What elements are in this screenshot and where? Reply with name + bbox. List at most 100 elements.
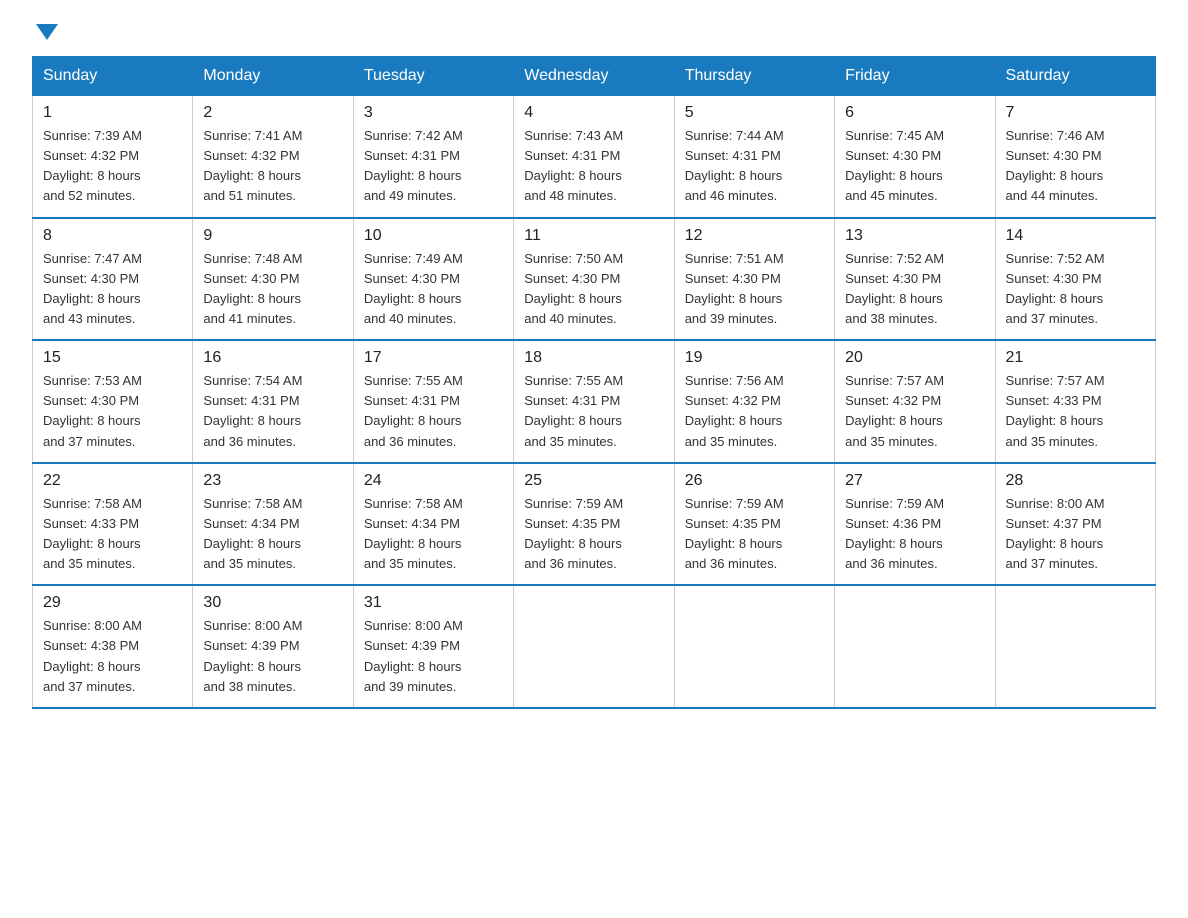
day-number: 14 bbox=[1006, 227, 1145, 245]
calendar-day-cell: 15 Sunrise: 7:53 AM Sunset: 4:30 PM Dayl… bbox=[33, 340, 193, 463]
calendar-header-row: SundayMondayTuesdayWednesdayThursdayFrid… bbox=[33, 57, 1156, 96]
day-info: Sunrise: 7:59 AM Sunset: 4:35 PM Dayligh… bbox=[685, 494, 824, 575]
day-number: 23 bbox=[203, 472, 342, 490]
calendar-day-cell: 11 Sunrise: 7:50 AM Sunset: 4:30 PM Dayl… bbox=[514, 218, 674, 341]
day-number: 18 bbox=[524, 349, 663, 367]
day-number: 4 bbox=[524, 104, 663, 122]
day-info: Sunrise: 7:58 AM Sunset: 4:33 PM Dayligh… bbox=[43, 494, 182, 575]
calendar-day-cell: 18 Sunrise: 7:55 AM Sunset: 4:31 PM Dayl… bbox=[514, 340, 674, 463]
calendar-day-cell: 28 Sunrise: 8:00 AM Sunset: 4:37 PM Dayl… bbox=[995, 463, 1155, 586]
day-info: Sunrise: 8:00 AM Sunset: 4:39 PM Dayligh… bbox=[203, 616, 342, 697]
column-header-tuesday: Tuesday bbox=[353, 57, 513, 96]
calendar-day-cell: 23 Sunrise: 7:58 AM Sunset: 4:34 PM Dayl… bbox=[193, 463, 353, 586]
day-info: Sunrise: 7:55 AM Sunset: 4:31 PM Dayligh… bbox=[524, 371, 663, 452]
day-number: 25 bbox=[524, 472, 663, 490]
day-info: Sunrise: 7:57 AM Sunset: 4:33 PM Dayligh… bbox=[1006, 371, 1145, 452]
calendar-week-row: 15 Sunrise: 7:53 AM Sunset: 4:30 PM Dayl… bbox=[33, 340, 1156, 463]
day-info: Sunrise: 7:45 AM Sunset: 4:30 PM Dayligh… bbox=[845, 126, 984, 207]
day-number: 13 bbox=[845, 227, 984, 245]
day-number: 11 bbox=[524, 227, 663, 245]
day-info: Sunrise: 7:43 AM Sunset: 4:31 PM Dayligh… bbox=[524, 126, 663, 207]
calendar-day-cell: 8 Sunrise: 7:47 AM Sunset: 4:30 PM Dayli… bbox=[33, 218, 193, 341]
column-header-friday: Friday bbox=[835, 57, 995, 96]
page-header bbox=[32, 24, 1156, 36]
calendar-day-cell: 3 Sunrise: 7:42 AM Sunset: 4:31 PM Dayli… bbox=[353, 96, 513, 218]
day-number: 28 bbox=[1006, 472, 1145, 490]
day-info: Sunrise: 7:41 AM Sunset: 4:32 PM Dayligh… bbox=[203, 126, 342, 207]
calendar-day-cell: 26 Sunrise: 7:59 AM Sunset: 4:35 PM Dayl… bbox=[674, 463, 834, 586]
calendar-week-row: 1 Sunrise: 7:39 AM Sunset: 4:32 PM Dayli… bbox=[33, 96, 1156, 218]
calendar-day-cell: 6 Sunrise: 7:45 AM Sunset: 4:30 PM Dayli… bbox=[835, 96, 995, 218]
column-header-monday: Monday bbox=[193, 57, 353, 96]
day-info: Sunrise: 7:57 AM Sunset: 4:32 PM Dayligh… bbox=[845, 371, 984, 452]
day-info: Sunrise: 7:59 AM Sunset: 4:36 PM Dayligh… bbox=[845, 494, 984, 575]
day-info: Sunrise: 7:46 AM Sunset: 4:30 PM Dayligh… bbox=[1006, 126, 1145, 207]
day-number: 29 bbox=[43, 594, 182, 612]
calendar-day-cell: 29 Sunrise: 8:00 AM Sunset: 4:38 PM Dayl… bbox=[33, 585, 193, 708]
day-number: 12 bbox=[685, 227, 824, 245]
calendar-day-cell: 19 Sunrise: 7:56 AM Sunset: 4:32 PM Dayl… bbox=[674, 340, 834, 463]
day-info: Sunrise: 7:54 AM Sunset: 4:31 PM Dayligh… bbox=[203, 371, 342, 452]
calendar-day-cell: 25 Sunrise: 7:59 AM Sunset: 4:35 PM Dayl… bbox=[514, 463, 674, 586]
day-number: 31 bbox=[364, 594, 503, 612]
day-number: 27 bbox=[845, 472, 984, 490]
calendar-day-cell: 17 Sunrise: 7:55 AM Sunset: 4:31 PM Dayl… bbox=[353, 340, 513, 463]
day-info: Sunrise: 7:47 AM Sunset: 4:30 PM Dayligh… bbox=[43, 249, 182, 330]
calendar-day-cell: 10 Sunrise: 7:49 AM Sunset: 4:30 PM Dayl… bbox=[353, 218, 513, 341]
calendar-table: SundayMondayTuesdayWednesdayThursdayFrid… bbox=[32, 56, 1156, 709]
day-number: 8 bbox=[43, 227, 182, 245]
calendar-week-row: 22 Sunrise: 7:58 AM Sunset: 4:33 PM Dayl… bbox=[33, 463, 1156, 586]
calendar-day-cell: 27 Sunrise: 7:59 AM Sunset: 4:36 PM Dayl… bbox=[835, 463, 995, 586]
calendar-day-cell: 13 Sunrise: 7:52 AM Sunset: 4:30 PM Dayl… bbox=[835, 218, 995, 341]
day-number: 15 bbox=[43, 349, 182, 367]
calendar-day-cell: 30 Sunrise: 8:00 AM Sunset: 4:39 PM Dayl… bbox=[193, 585, 353, 708]
day-info: Sunrise: 8:00 AM Sunset: 4:37 PM Dayligh… bbox=[1006, 494, 1145, 575]
day-number: 17 bbox=[364, 349, 503, 367]
day-number: 26 bbox=[685, 472, 824, 490]
day-info: Sunrise: 7:49 AM Sunset: 4:30 PM Dayligh… bbox=[364, 249, 503, 330]
calendar-day-cell: 12 Sunrise: 7:51 AM Sunset: 4:30 PM Dayl… bbox=[674, 218, 834, 341]
day-info: Sunrise: 7:52 AM Sunset: 4:30 PM Dayligh… bbox=[845, 249, 984, 330]
calendar-week-row: 8 Sunrise: 7:47 AM Sunset: 4:30 PM Dayli… bbox=[33, 218, 1156, 341]
day-info: Sunrise: 7:39 AM Sunset: 4:32 PM Dayligh… bbox=[43, 126, 182, 207]
calendar-day-cell: 2 Sunrise: 7:41 AM Sunset: 4:32 PM Dayli… bbox=[193, 96, 353, 218]
day-info: Sunrise: 8:00 AM Sunset: 4:39 PM Dayligh… bbox=[364, 616, 503, 697]
day-number: 1 bbox=[43, 104, 182, 122]
calendar-day-cell: 31 Sunrise: 8:00 AM Sunset: 4:39 PM Dayl… bbox=[353, 585, 513, 708]
day-info: Sunrise: 7:53 AM Sunset: 4:30 PM Dayligh… bbox=[43, 371, 182, 452]
calendar-day-cell: 5 Sunrise: 7:44 AM Sunset: 4:31 PM Dayli… bbox=[674, 96, 834, 218]
calendar-day-cell: 9 Sunrise: 7:48 AM Sunset: 4:30 PM Dayli… bbox=[193, 218, 353, 341]
column-header-saturday: Saturday bbox=[995, 57, 1155, 96]
day-info: Sunrise: 7:51 AM Sunset: 4:30 PM Dayligh… bbox=[685, 249, 824, 330]
calendar-day-cell: 16 Sunrise: 7:54 AM Sunset: 4:31 PM Dayl… bbox=[193, 340, 353, 463]
calendar-day-cell bbox=[514, 585, 674, 708]
calendar-day-cell: 24 Sunrise: 7:58 AM Sunset: 4:34 PM Dayl… bbox=[353, 463, 513, 586]
day-number: 16 bbox=[203, 349, 342, 367]
calendar-day-cell: 7 Sunrise: 7:46 AM Sunset: 4:30 PM Dayli… bbox=[995, 96, 1155, 218]
day-number: 5 bbox=[685, 104, 824, 122]
calendar-day-cell: 21 Sunrise: 7:57 AM Sunset: 4:33 PM Dayl… bbox=[995, 340, 1155, 463]
calendar-day-cell: 1 Sunrise: 7:39 AM Sunset: 4:32 PM Dayli… bbox=[33, 96, 193, 218]
calendar-day-cell: 4 Sunrise: 7:43 AM Sunset: 4:31 PM Dayli… bbox=[514, 96, 674, 218]
day-number: 21 bbox=[1006, 349, 1145, 367]
day-info: Sunrise: 7:59 AM Sunset: 4:35 PM Dayligh… bbox=[524, 494, 663, 575]
calendar-day-cell bbox=[674, 585, 834, 708]
column-header-sunday: Sunday bbox=[33, 57, 193, 96]
calendar-day-cell: 22 Sunrise: 7:58 AM Sunset: 4:33 PM Dayl… bbox=[33, 463, 193, 586]
logo bbox=[32, 24, 58, 36]
day-number: 30 bbox=[203, 594, 342, 612]
calendar-week-row: 29 Sunrise: 8:00 AM Sunset: 4:38 PM Dayl… bbox=[33, 585, 1156, 708]
day-number: 9 bbox=[203, 227, 342, 245]
day-number: 10 bbox=[364, 227, 503, 245]
day-info: Sunrise: 7:58 AM Sunset: 4:34 PM Dayligh… bbox=[364, 494, 503, 575]
day-info: Sunrise: 7:50 AM Sunset: 4:30 PM Dayligh… bbox=[524, 249, 663, 330]
day-info: Sunrise: 7:52 AM Sunset: 4:30 PM Dayligh… bbox=[1006, 249, 1145, 330]
calendar-day-cell bbox=[835, 585, 995, 708]
day-number: 6 bbox=[845, 104, 984, 122]
column-header-wednesday: Wednesday bbox=[514, 57, 674, 96]
calendar-day-cell: 20 Sunrise: 7:57 AM Sunset: 4:32 PM Dayl… bbox=[835, 340, 995, 463]
day-number: 22 bbox=[43, 472, 182, 490]
day-number: 24 bbox=[364, 472, 503, 490]
day-number: 7 bbox=[1006, 104, 1145, 122]
day-info: Sunrise: 7:56 AM Sunset: 4:32 PM Dayligh… bbox=[685, 371, 824, 452]
